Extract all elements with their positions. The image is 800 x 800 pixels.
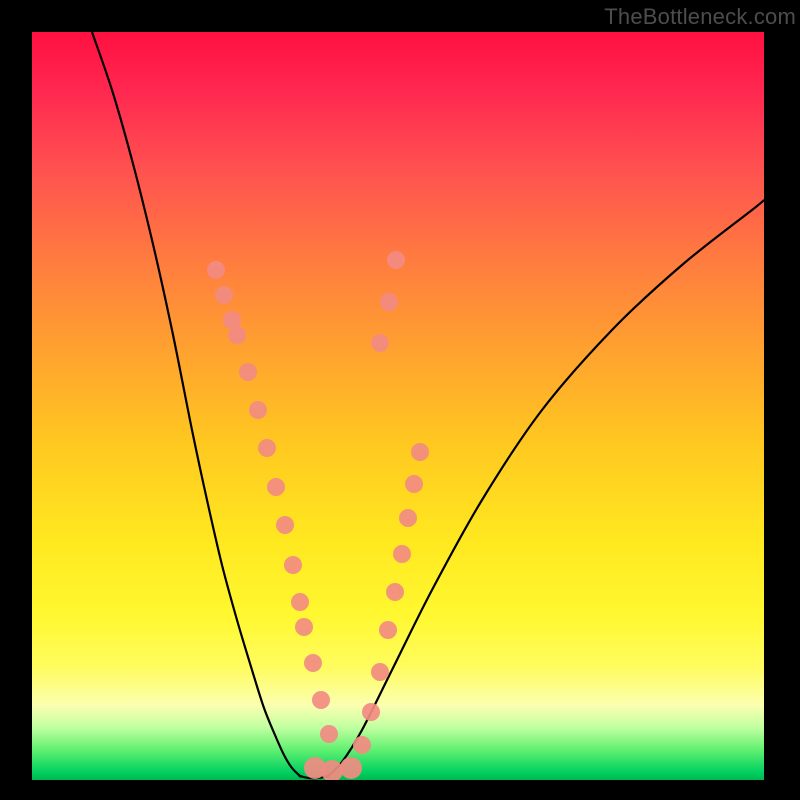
plot-area [32, 32, 764, 780]
data-marker [371, 334, 389, 352]
data-marker [267, 478, 285, 496]
data-marker [320, 725, 338, 743]
data-marker [276, 516, 294, 534]
data-marker [340, 757, 362, 779]
data-marker [411, 443, 429, 461]
curve-layer [32, 32, 764, 780]
data-marker [304, 654, 322, 672]
data-marker [295, 618, 313, 636]
data-marker [249, 401, 267, 419]
data-marker [284, 556, 302, 574]
chart-frame: TheBottleneck.com [0, 0, 800, 800]
data-marker [228, 326, 246, 344]
data-marker [215, 286, 233, 304]
data-marker [386, 583, 404, 601]
data-marker [405, 475, 423, 493]
data-marker [380, 293, 398, 311]
data-marker [312, 691, 330, 709]
data-marker [291, 593, 309, 611]
data-marker [258, 439, 276, 457]
data-marker [379, 621, 397, 639]
data-marker [207, 261, 225, 279]
data-marker [353, 736, 371, 754]
watermark-text: TheBottleneck.com [604, 4, 796, 30]
data-marker [362, 703, 380, 721]
bottleneck-curve [92, 32, 764, 778]
curve-path [92, 32, 764, 778]
data-markers [207, 251, 429, 780]
data-marker [371, 663, 389, 681]
data-marker [393, 545, 411, 563]
data-marker [387, 251, 405, 269]
data-marker [399, 509, 417, 527]
data-marker [239, 363, 257, 381]
